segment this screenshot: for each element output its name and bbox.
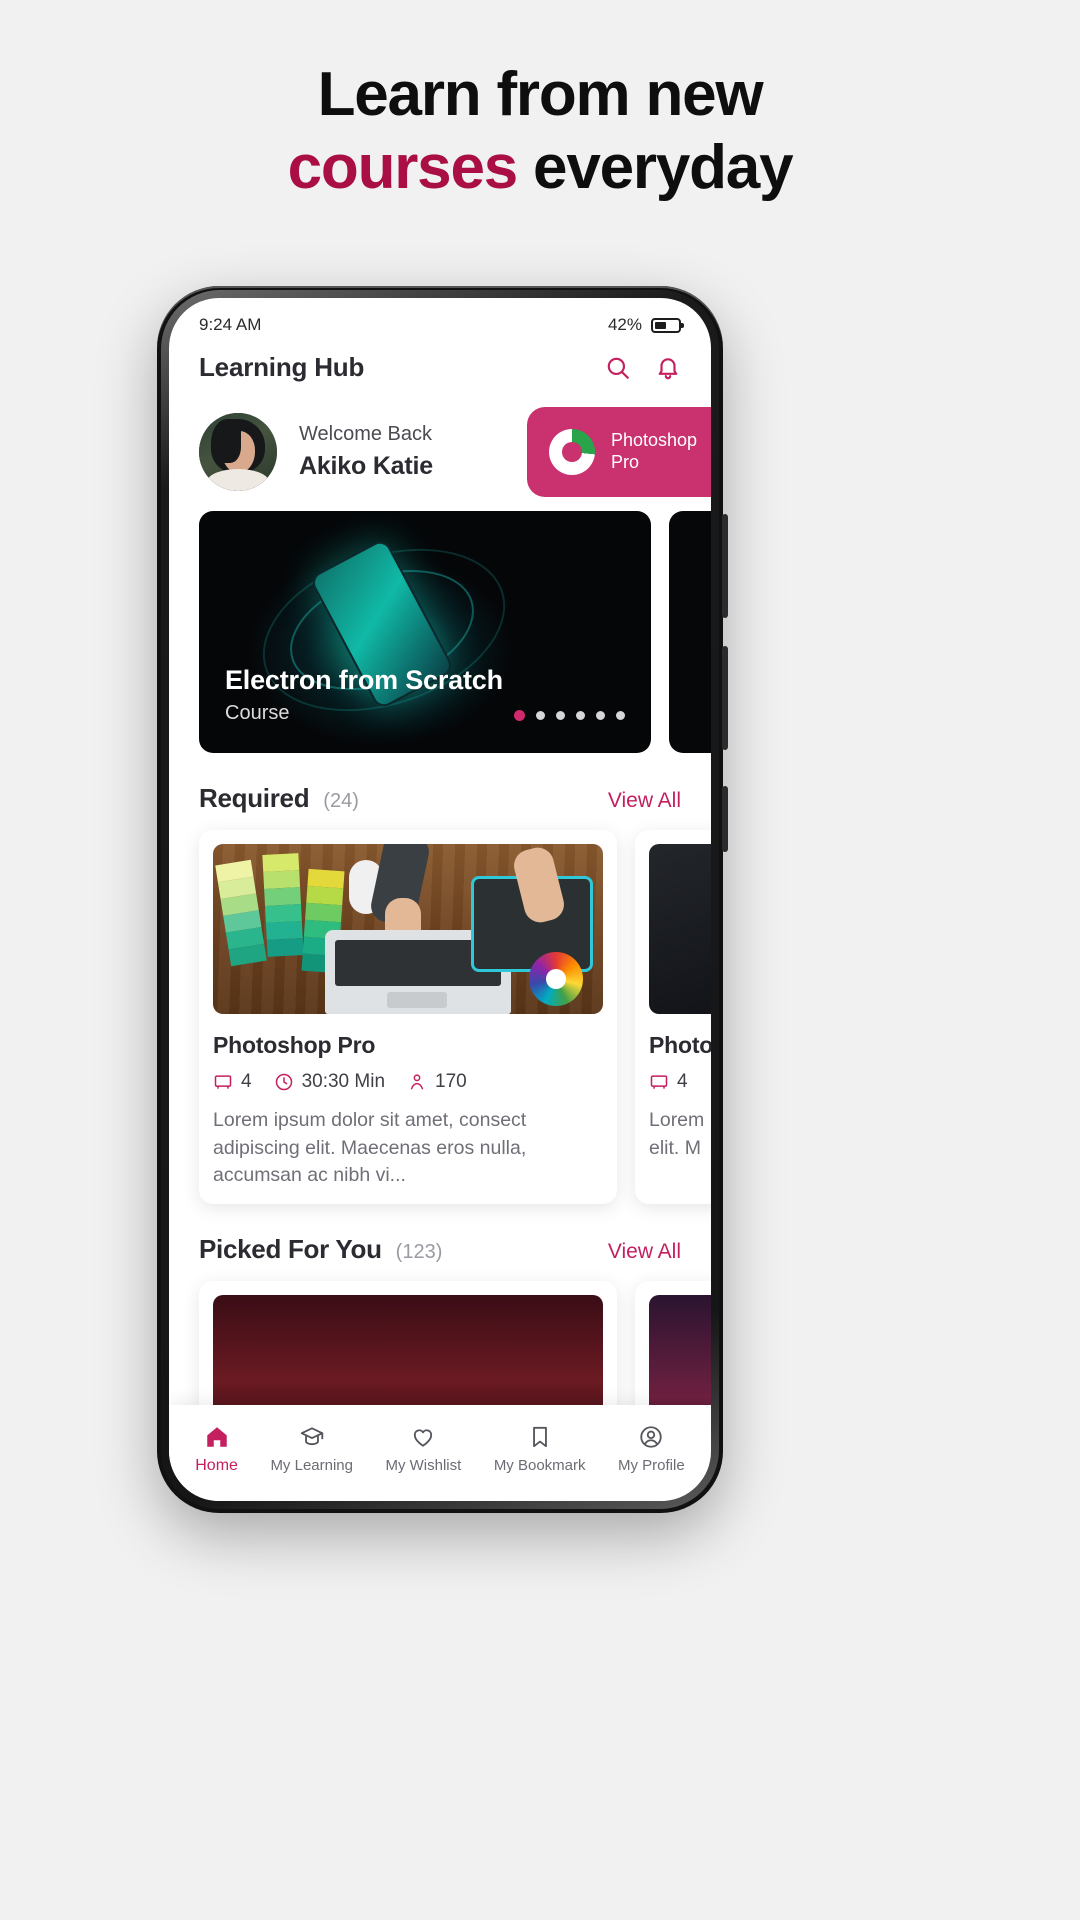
nav-label: Home xyxy=(195,1456,238,1474)
hero-text: Electron from Scratch Course xyxy=(225,665,503,725)
course-students: 170 xyxy=(407,1071,467,1093)
bookmark-icon xyxy=(527,1424,553,1450)
search-icon[interactable] xyxy=(605,355,631,381)
progress-ring-icon xyxy=(549,429,595,475)
nav-item-my-profile[interactable]: My Profile xyxy=(618,1424,685,1474)
home-icon xyxy=(204,1424,230,1450)
carousel-dot[interactable] xyxy=(596,711,605,720)
hero-slide[interactable]: Electron from Scratch Course xyxy=(199,511,651,753)
course-card[interactable]: Photo 4 Lorem elit. M xyxy=(635,830,711,1205)
section-header-picked: Picked For You (123) View All xyxy=(169,1204,711,1281)
carousel-dot[interactable] xyxy=(514,710,525,721)
course-thumbnail xyxy=(213,844,603,1014)
nav-label: My Profile xyxy=(618,1457,685,1474)
promo-card-line-1: Photoshop xyxy=(611,430,698,451)
phone-mockup: 9:24 AM 42% Learning Hub Welcome Back Ak… xyxy=(157,286,728,1513)
promo-card-label: Photoshop Pro xyxy=(611,430,697,474)
lessons-count: 4 xyxy=(241,1071,252,1092)
user-name: Akiko Katie xyxy=(299,452,433,480)
graduation-cap-icon xyxy=(299,1424,325,1450)
nav-item-my-bookmark[interactable]: My Bookmark xyxy=(494,1424,586,1474)
nav-label: My Wishlist xyxy=(385,1457,462,1474)
hero-slide-next[interactable] xyxy=(669,511,711,753)
duration-value: 30:30 Min xyxy=(301,1071,386,1092)
color-wheel-icon xyxy=(529,952,583,1006)
phone-screen: 9:24 AM 42% Learning Hub Welcome Back Ak… xyxy=(169,298,711,1501)
nav-label: My Learning xyxy=(270,1457,353,1474)
promo-progress-card[interactable]: Photoshop Pro xyxy=(527,407,711,497)
heart-icon xyxy=(410,1424,436,1450)
status-bar: 9:24 AM 42% xyxy=(169,298,711,340)
course-card[interactable]: Photoshop Pro 4 30:30 Min 170 Lorem ipsu… xyxy=(199,830,617,1205)
app-bar: Learning Hub xyxy=(169,340,711,399)
course-description: Lorem ipsum dolor sit amet, consect adip… xyxy=(213,1109,527,1187)
headline-accent-word: courses xyxy=(287,133,519,203)
nav-label: My Bookmark xyxy=(493,1457,586,1474)
carousel-dot[interactable] xyxy=(576,711,585,720)
course-meta: 4 xyxy=(649,1071,711,1093)
section-title: Required xyxy=(199,783,310,813)
headline-line-2: courses everyday xyxy=(0,131,1080,204)
nav-item-home[interactable]: Home xyxy=(195,1424,238,1475)
welcome-text: Welcome Back Akiko Katie xyxy=(299,423,433,481)
course-description: Lorem elit. M xyxy=(649,1109,705,1159)
carousel-dot[interactable] xyxy=(536,711,545,720)
status-bar-right: 42% xyxy=(607,315,684,335)
clock-icon xyxy=(274,1072,294,1092)
section-count: (24) xyxy=(323,790,359,812)
course-title: Photo xyxy=(649,1032,711,1058)
section-title: Picked For You xyxy=(199,1234,382,1265)
view-all-link[interactable]: View All xyxy=(608,789,681,813)
course-duration: 30:30 Min xyxy=(274,1071,385,1093)
welcome-greeting: Welcome Back xyxy=(299,423,433,445)
course-lessons: 4 xyxy=(213,1071,252,1093)
carousel-dot[interactable] xyxy=(556,711,565,720)
view-all-link[interactable]: View All xyxy=(608,1240,681,1264)
battery-percent-label: 42% xyxy=(607,315,642,334)
lessons-count: 4 xyxy=(677,1071,688,1092)
course-meta: 4 30:30 Min 170 xyxy=(213,1071,603,1093)
battery-icon xyxy=(651,317,684,333)
headline-line-1: Learn from new xyxy=(317,60,764,129)
hero-carousel[interactable]: Electron from Scratch Course xyxy=(169,511,711,753)
status-bar-time: 9:24 AM xyxy=(199,315,262,334)
hero-title: Electron from Scratch xyxy=(225,665,503,695)
app-bar-actions xyxy=(605,355,681,381)
lessons-icon xyxy=(649,1072,669,1092)
lessons-icon xyxy=(213,1072,233,1092)
power-button[interactable] xyxy=(722,786,728,852)
promo-headline: Learn from new courses everyday xyxy=(0,58,1080,204)
person-circle-icon xyxy=(638,1424,664,1450)
promo-card-line-2: Pro xyxy=(611,452,640,472)
page-title: Learning Hub xyxy=(199,352,365,382)
hero-subtitle: Course xyxy=(225,702,290,724)
section-count: (123) xyxy=(395,1241,443,1264)
course-thumbnail xyxy=(649,844,711,1014)
carousel-dot[interactable] xyxy=(616,711,625,720)
nav-item-my-learning[interactable]: My Learning xyxy=(270,1424,353,1474)
course-card-list-required[interactable]: Photoshop Pro 4 30:30 Min 170 Lorem ipsu… xyxy=(169,830,711,1205)
bottom-navigation: Home My Learning My Wishlist My Bookmark… xyxy=(169,1405,711,1501)
volume-down-button[interactable] xyxy=(722,646,728,750)
bell-icon[interactable] xyxy=(655,355,681,381)
students-count: 170 xyxy=(435,1071,467,1092)
section-header-required: Required (24) View All xyxy=(169,753,711,830)
course-lessons: 4 xyxy=(649,1071,688,1093)
volume-up-button[interactable] xyxy=(722,514,728,618)
headline-line-2-rest: everyday xyxy=(517,133,794,203)
avatar[interactable] xyxy=(199,413,277,491)
course-title: Photoshop Pro xyxy=(213,1032,376,1058)
person-icon xyxy=(407,1072,427,1092)
carousel-dots[interactable] xyxy=(514,710,625,721)
welcome-row: Welcome Back Akiko Katie Photoshop Pro xyxy=(169,399,711,511)
nav-item-my-wishlist[interactable]: My Wishlist xyxy=(385,1424,461,1474)
